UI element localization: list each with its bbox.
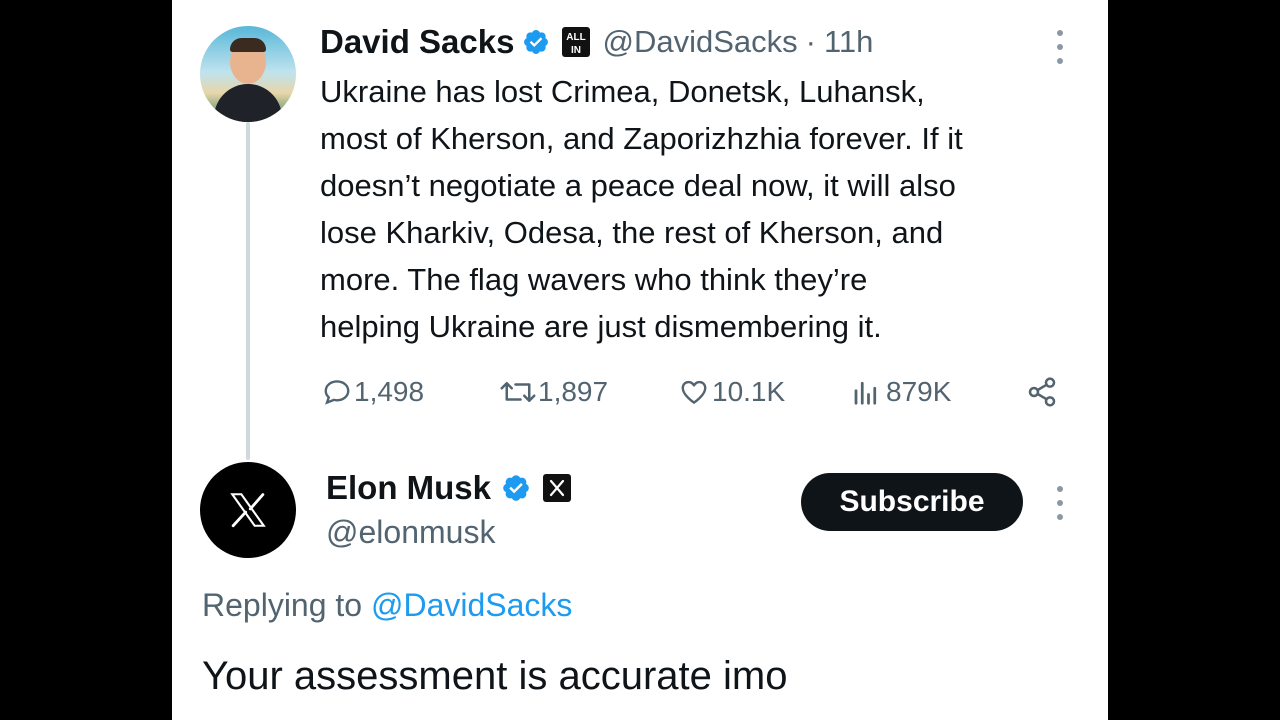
author-handle[interactable]: @DavidSacks bbox=[602, 22, 797, 62]
replying-prefix: Replying to bbox=[202, 587, 363, 623]
svg-text:ALL: ALL bbox=[567, 32, 586, 43]
tweet-text-line: Ukraine has lost Crimea, Donetsk, Luhans… bbox=[320, 74, 925, 109]
x-logo-icon bbox=[230, 493, 266, 528]
tweet-text-line: more. The flag wavers who think they’re bbox=[320, 262, 868, 297]
like-action[interactable]: 10.1K bbox=[678, 372, 785, 412]
repost-count: 1,897 bbox=[538, 376, 609, 407]
thread-connector-line bbox=[246, 122, 250, 460]
tweet-body: Ukraine has lost Crimea, Donetsk, Luhans… bbox=[320, 68, 963, 350]
verified-badge-icon bbox=[503, 475, 529, 501]
reply-icon bbox=[324, 380, 350, 405]
reply-header: Elon Musk bbox=[326, 466, 572, 510]
avatar-elon-musk[interactable] bbox=[200, 462, 296, 558]
like-icon bbox=[681, 380, 707, 404]
tweet-text-line: helping Ukraine are just dismembering it… bbox=[320, 309, 882, 344]
views-count: 879K bbox=[886, 376, 952, 407]
subscribe-button[interactable]: Subscribe bbox=[801, 473, 1023, 531]
repost-icon bbox=[500, 382, 536, 402]
repost-action[interactable]: 1,897 bbox=[498, 372, 608, 412]
verified-badge-icon bbox=[524, 30, 549, 54]
reply-author-name[interactable]: Elon Musk bbox=[326, 468, 491, 508]
all-in-badge-icon: ALL IN bbox=[562, 27, 591, 57]
tweet-timestamp[interactable]: 11h bbox=[824, 22, 873, 62]
reply-count: 1,498 bbox=[354, 376, 425, 407]
share-action[interactable] bbox=[1026, 372, 1058, 412]
reply-text: Your assessment is accurate imo bbox=[202, 654, 788, 698]
tweet-text-line: lose Kharkiv, Odesa, the rest of Kherson… bbox=[320, 215, 944, 250]
views-action[interactable]: 879K bbox=[850, 372, 951, 412]
x-affiliate-badge-icon bbox=[543, 474, 572, 502]
reply-action[interactable]: 1,498 bbox=[322, 372, 424, 412]
tweet-text-line: most of Kherson, and Zaporizhzhia foreve… bbox=[320, 121, 963, 156]
more-options-icon[interactable] bbox=[1056, 30, 1064, 64]
tweet-card: David Sacks ALL IN @DavidSacks · 11h Ukr… bbox=[172, 0, 1108, 720]
replying-to: Replying to @DavidSacks bbox=[202, 584, 572, 626]
tweet-header: David Sacks ALL IN @DavidSacks · 11h bbox=[320, 22, 873, 62]
more-options-icon[interactable] bbox=[1056, 486, 1064, 520]
tweet-text-line: doesn’t negotiate a peace deal now, it w… bbox=[320, 168, 956, 203]
avatar-david-sacks[interactable] bbox=[200, 26, 296, 122]
like-count: 10.1K bbox=[712, 376, 786, 407]
share-icon bbox=[1028, 377, 1056, 407]
svg-text:IN: IN bbox=[571, 45, 581, 56]
views-icon bbox=[854, 381, 877, 405]
reply-author-handle[interactable]: @elonmusk bbox=[326, 510, 495, 554]
meta-separator: · bbox=[805, 24, 816, 59]
replying-handle-link[interactable]: @DavidSacks bbox=[371, 587, 572, 623]
author-name[interactable]: David Sacks bbox=[320, 22, 514, 62]
